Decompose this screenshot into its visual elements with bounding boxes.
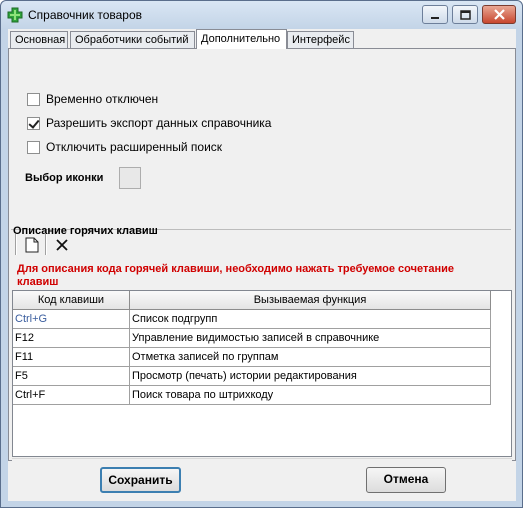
adv-search-label: Отключить расширенный поиск xyxy=(46,140,223,154)
maximize-button[interactable] xyxy=(452,5,478,24)
cell-key[interactable]: Ctrl+G xyxy=(13,310,130,329)
tab-main[interactable]: Основная xyxy=(10,31,68,49)
cell-function[interactable]: Отметка записей по группам xyxy=(130,348,491,367)
hotkeys-toolbar xyxy=(15,232,75,257)
option-disabled[interactable]: Временно отключен xyxy=(27,92,158,106)
close-icon xyxy=(493,9,505,20)
icon-select-button[interactable] xyxy=(119,167,141,189)
toolbar-separator xyxy=(15,234,17,255)
cell-function[interactable]: Список подгрупп xyxy=(130,310,491,329)
export-checkbox[interactable] xyxy=(27,116,40,130)
cell-function[interactable]: Просмотр (печать) истории редактирования xyxy=(130,367,491,386)
column-header-key[interactable]: Код клавиши xyxy=(13,291,130,310)
disabled-label: Временно отключен xyxy=(46,92,159,106)
grid-header: Код клавиши Вызываемая функция xyxy=(13,291,491,310)
tab-event-handlers[interactable]: Обработчики событий xyxy=(70,31,195,49)
maximize-icon xyxy=(459,9,471,20)
cell-function[interactable]: Управление видимостью записей в справочн… xyxy=(130,329,491,348)
minimize-icon xyxy=(431,16,439,19)
cell-key[interactable]: Ctrl+F xyxy=(13,386,130,405)
delete-x-icon xyxy=(56,239,68,251)
disabled-checkbox[interactable] xyxy=(27,92,40,106)
cell-key[interactable]: F5 xyxy=(13,367,130,386)
toolbar-separator xyxy=(45,234,47,255)
tab-panel-additional: Временно отключен Разрешить экспорт данн… xyxy=(8,48,516,474)
cancel-button[interactable]: Отмена xyxy=(366,467,446,493)
window-title: Справочник товаров xyxy=(28,8,142,22)
cell-function[interactable]: Поиск товара по штрихкоду xyxy=(130,386,491,405)
cell-key[interactable]: F11 xyxy=(13,348,130,367)
option-adv-search[interactable]: Отключить расширенный поиск xyxy=(27,140,222,154)
hotkey-instruction-note: Для описания кода горячей клавиши, необх… xyxy=(17,263,455,288)
icon-select-label: Выбор иконки xyxy=(25,172,104,184)
hotkeys-grid[interactable]: Код клавиши Вызываемая функция Ctrl+G Сп… xyxy=(12,290,512,457)
window-client-area: Основная Обработчики событий Дополнитель… xyxy=(8,29,516,501)
app-window: Справочник товаров Основная Обработчики … xyxy=(0,0,523,508)
option-export[interactable]: Разрешить экспорт данных справочника xyxy=(27,116,271,130)
tab-additional[interactable]: Дополнительно xyxy=(196,29,287,49)
table-row[interactable]: Ctrl+F Поиск товара по штрихкоду xyxy=(13,386,491,405)
minimize-button[interactable] xyxy=(422,5,448,24)
adv-search-checkbox[interactable] xyxy=(27,140,40,154)
table-row[interactable]: F12 Управление видимостью записей в спра… xyxy=(13,329,491,348)
save-button[interactable]: Сохранить xyxy=(100,467,181,493)
add-hotkey-button[interactable] xyxy=(21,234,43,256)
cell-key[interactable]: F12 xyxy=(13,329,130,348)
green-cross-icon xyxy=(7,7,23,23)
close-window-button[interactable] xyxy=(482,5,516,24)
export-label: Разрешить экспорт данных справочника xyxy=(46,116,272,130)
table-row[interactable]: F5 Просмотр (печать) истории редактирова… xyxy=(13,367,491,386)
delete-hotkey-button[interactable] xyxy=(51,234,73,256)
new-document-icon xyxy=(25,237,39,253)
title-bar[interactable]: Справочник товаров xyxy=(1,1,522,29)
table-row[interactable]: Ctrl+G Список подгрупп xyxy=(13,310,491,329)
tab-interface[interactable]: Интерфейс xyxy=(287,31,354,49)
column-header-function[interactable]: Вызываемая функция xyxy=(130,291,491,310)
table-row[interactable]: F11 Отметка записей по группам xyxy=(13,348,491,367)
